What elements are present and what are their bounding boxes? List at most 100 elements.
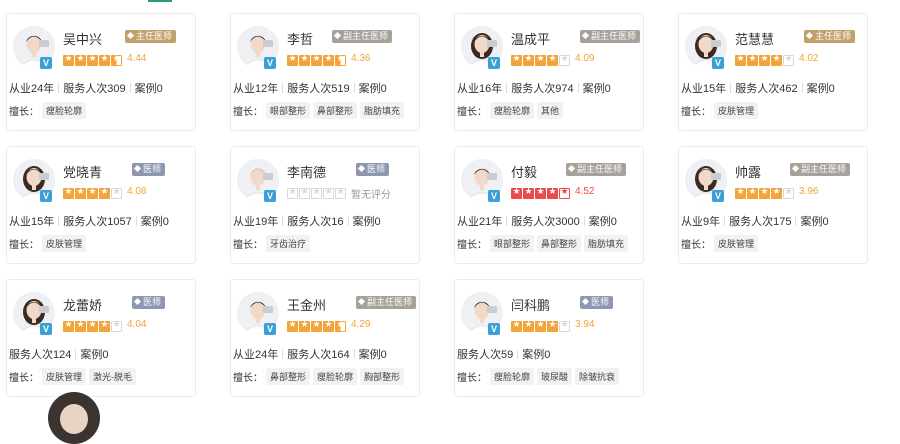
doctor-card[interactable]: V 闫科鹏 医师 3.94 服务人次59 案例0 擅长：瘦脸轮廓玻尿酸除皱抗衰	[454, 279, 644, 397]
specialty-label: 擅长：	[233, 107, 263, 118]
doctor-stat: 从业15年	[9, 216, 55, 228]
divider	[282, 83, 284, 93]
divider	[730, 83, 732, 93]
star-half-icon	[335, 319, 346, 332]
doctor-card[interactable]: V 李哲 副主任医师 4.36 从业12年服务人次519 案例0 擅长：眼部整形鼻部整形脂肪…	[230, 13, 420, 131]
doctor-name[interactable]: 吴中兴	[63, 29, 102, 48]
doctor-card[interactable]: V 吴中兴 主任医师 4.44 从业24年服务人次309 案例0 擅长：瘦脸轮廓	[6, 13, 196, 131]
specialty-tag: 瘦脸轮廓	[313, 368, 358, 385]
hospital-tag-icon	[263, 173, 273, 180]
doctor-stat: 案例0	[800, 216, 829, 228]
doctor-title-badge: 副主任医师	[566, 163, 627, 176]
doctor-card[interactable]: V 温成平 副主任医师 4.09 从业16年服务人次974 案例0 擅长：瘦脸轮廓其他	[454, 13, 644, 131]
diamond-icon	[357, 297, 366, 306]
rating-stars	[287, 53, 347, 66]
doctor-stats: 从业9年 服务人次175 案例0	[681, 213, 829, 229]
doctor-name[interactable]: 李哲	[287, 29, 313, 48]
diamond-icon	[357, 164, 366, 173]
doctor-name[interactable]: 范慧慧	[735, 29, 774, 48]
doctor-stat: 案例0	[358, 83, 387, 95]
specialty-label: 擅长：	[9, 373, 39, 384]
doctor-stat: 案例0	[582, 83, 611, 95]
doctor-stats: 从业24年 服务人次309 案例0	[9, 80, 163, 96]
specialty-label: 擅长：	[457, 107, 487, 118]
doctor-stat: 案例0	[522, 349, 551, 361]
doctor-stat: 从业12年	[233, 83, 279, 95]
star-full-icon	[771, 186, 782, 199]
doctor-stats: 从业15年 服务人次462 案例0	[681, 80, 835, 96]
star-full-icon	[75, 186, 86, 199]
doctor-title-badge: 医师	[580, 296, 614, 309]
star-full-icon	[771, 53, 782, 66]
diamond-icon	[333, 31, 342, 40]
star-full-icon	[747, 53, 758, 66]
doctor-stat: 案例0	[140, 216, 169, 228]
hospital-tag-icon	[711, 40, 721, 47]
doctor-stat: 服务人次309	[63, 83, 126, 95]
verified-icon: V	[488, 190, 500, 202]
star-full-icon	[99, 53, 110, 66]
divider	[58, 83, 60, 93]
doctor-name[interactable]: 温成平	[511, 29, 550, 48]
diamond-icon	[126, 31, 135, 40]
doctor-stat: 从业15年	[681, 83, 727, 95]
specialty-label: 擅长：	[9, 107, 39, 118]
star-full-icon	[75, 319, 86, 332]
star-full-icon	[99, 186, 110, 199]
divider	[801, 83, 803, 93]
doctor-name[interactable]: 龙蕾娇	[63, 295, 102, 314]
star-full-icon	[75, 53, 86, 66]
specialty-tag: 眼部整形	[490, 235, 535, 252]
specialty-tag: 其他	[537, 102, 564, 119]
doctor-card[interactable]: V 帅露 副主任医师 3.96 从业9年服务人次175 案例0 擅长：皮肤管理	[678, 146, 868, 264]
hospital-tag-icon	[487, 306, 497, 313]
rating-stars	[63, 319, 123, 332]
specialty-tag: 牙齿治疗	[266, 235, 311, 252]
doctor-name[interactable]: 王金州	[287, 295, 326, 314]
star-full-icon	[299, 319, 310, 332]
doctor-name[interactable]: 党晓青	[63, 162, 102, 181]
star-full-icon	[63, 319, 74, 332]
star-full-icon	[547, 186, 558, 199]
rating-score: 4.44	[127, 53, 147, 64]
specialty-label: 擅长：	[457, 373, 487, 384]
doctor-stat: 服务人次3000	[511, 216, 580, 228]
active-tab-indicator	[148, 0, 172, 2]
doctor-card[interactable]: V 党晓青 医师 4.08 从业15年服务人次1057 案例0 擅长：皮肤管理	[6, 146, 196, 264]
verified-icon: V	[40, 323, 52, 335]
doctor-stat: 服务人次974	[511, 83, 574, 95]
doctor-card[interactable]: V 付毅 副主任医师 4.52 从业21年服务人次3000 案例0 擅长：眼部整形鼻部整形脂…	[454, 146, 644, 264]
divider	[517, 349, 519, 359]
doctor-stat: 服务人次59	[457, 349, 514, 361]
divider	[724, 216, 726, 226]
doctor-title-badge: 医师	[132, 163, 166, 176]
specialty-tag: 玻尿酸	[537, 368, 573, 385]
doctor-card[interactable]: V 李南德 医师暂无评分从业19年服务人次16 案例0 擅长：牙齿治疗	[230, 146, 420, 264]
doctor-stat: 案例0	[80, 349, 109, 361]
doctor-name[interactable]: 闫科鹏	[511, 295, 550, 314]
specialty-label: 擅长：	[9, 240, 39, 251]
specialty-tag: 胸部整形	[360, 368, 405, 385]
specialty-tag: 瘦脸轮廓	[42, 102, 87, 119]
doctor-card[interactable]: V 范慧慧 主任医师 4.02 从业15年服务人次462 案例0 擅长：皮肤管理	[678, 13, 868, 131]
doctor-card[interactable]: V 龙蕾娇 医师 4.04 服务人次124 案例0 擅长：皮肤管理激光-脱毛	[6, 279, 196, 397]
doctor-title: 主任医师	[815, 31, 852, 41]
doctor-name[interactable]: 付毅	[511, 162, 537, 181]
star-full-icon	[511, 53, 522, 66]
doctor-card[interactable]: V 王金州 副主任医师 4.29 从业24年服务人次164 案例0 擅长：鼻部整形瘦脸轮廓胸…	[230, 279, 420, 397]
specialty-tag: 脂肪填充	[584, 235, 629, 252]
doctor-name[interactable]: 帅露	[735, 162, 761, 181]
verified-icon: V	[712, 190, 724, 202]
verified-icon: V	[264, 57, 276, 69]
star-full-icon	[63, 186, 74, 199]
specialty-row: 擅长： 鼻部整形 瘦脸轮廓 胸部整形	[233, 368, 405, 385]
specialty-row: 擅长： 牙齿治疗	[233, 235, 311, 252]
star-full-icon	[63, 53, 74, 66]
hospital-tag-icon	[39, 40, 49, 47]
doctor-title-badge: 医师	[356, 163, 390, 176]
divider	[347, 216, 349, 226]
divider	[353, 349, 355, 359]
doctor-name[interactable]: 李南德	[287, 162, 326, 181]
star-full-icon	[523, 53, 534, 66]
specialty-label: 擅长：	[233, 373, 263, 384]
